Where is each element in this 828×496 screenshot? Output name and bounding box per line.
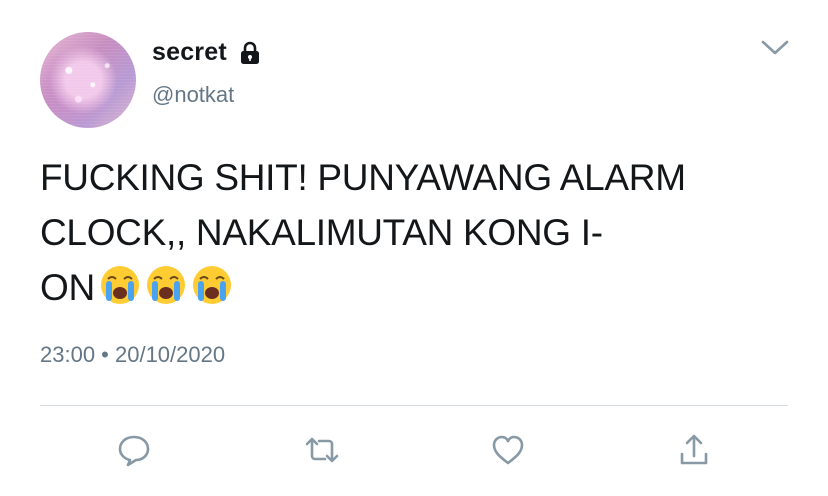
tweet-text-line-last: ON <box>40 260 800 315</box>
chevron-down-icon[interactable] <box>760 38 790 58</box>
tweet-text-fragment: ON <box>40 267 95 308</box>
loudly-crying-face-icon <box>145 264 187 306</box>
avatar[interactable] <box>40 32 136 128</box>
reply-button[interactable] <box>114 430 154 470</box>
divider <box>40 405 788 406</box>
comment-icon <box>116 432 152 468</box>
display-name[interactable]: secret <box>152 38 227 67</box>
lock-icon <box>239 41 261 65</box>
tweet-text-line: CLOCK,, NAKALIMUTAN KONG I- <box>40 212 603 253</box>
heart-icon <box>490 432 526 468</box>
like-button[interactable] <box>488 430 528 470</box>
share-icon <box>676 432 712 468</box>
tweet-card: secret @notkat FUCKING SHIT! PUNYAWANG A… <box>0 0 828 496</box>
retweet-icon <box>303 432 341 468</box>
author-name-row: secret <box>152 38 261 67</box>
retweet-button[interactable] <box>302 430 342 470</box>
tweet-text: FUCKING SHIT! PUNYAWANG ALARM CLOCK,, NA… <box>40 150 800 315</box>
share-button[interactable] <box>674 430 714 470</box>
loudly-crying-face-icon <box>191 264 233 306</box>
loudly-crying-face-icon <box>99 264 141 306</box>
tweet-text-line: FUCKING SHIT! PUNYAWANG ALARM <box>40 157 686 198</box>
tweet-timestamp[interactable]: 23:00 • 20/10/2020 <box>40 342 225 368</box>
username-handle[interactable]: @notkat <box>152 82 234 108</box>
